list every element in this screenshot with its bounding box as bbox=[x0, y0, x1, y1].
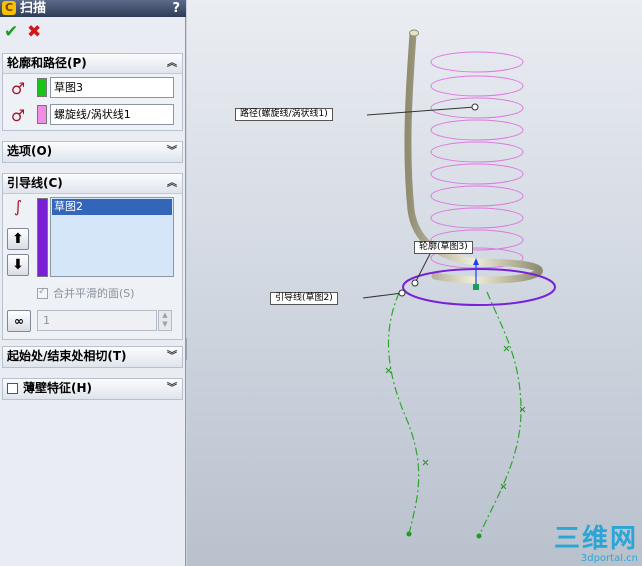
guide-color-swatch bbox=[37, 198, 48, 277]
spline-point-icon bbox=[500, 483, 507, 490]
guide-curves-list[interactable]: 草图2 bbox=[50, 197, 174, 277]
origin-marker bbox=[473, 284, 479, 290]
options-group-header[interactable]: 选项(O) ︾ bbox=[3, 142, 182, 162]
guide-point bbox=[406, 531, 412, 537]
path-color-swatch bbox=[37, 105, 47, 124]
guide-curve-left bbox=[387, 292, 420, 535]
guide-point bbox=[476, 533, 482, 539]
panel-title: 扫描 bbox=[20, 1, 47, 16]
arrow-down-icon: ⬇ bbox=[12, 257, 24, 273]
helix-coil bbox=[430, 207, 524, 229]
move-up-button[interactable]: ⬆ bbox=[7, 228, 29, 250]
thin-feature-header-label: 薄壁特征(H) bbox=[23, 381, 93, 395]
sweep-feature-icon: C bbox=[2, 1, 16, 15]
merge-smooth-faces-label: 合并平滑的面(S) bbox=[53, 287, 135, 300]
guide-curve-selector-icon: ∫ bbox=[13, 197, 23, 216]
thin-feature-checkbox[interactable] bbox=[7, 383, 18, 394]
tangency-header-label: 起始处/结束处相切(T) bbox=[7, 349, 127, 363]
section-number-spinner[interactable]: 1 bbox=[37, 310, 157, 331]
glasses-icon: ∞ bbox=[14, 314, 24, 328]
guide-callout[interactable]: 引导线(草图2) bbox=[270, 292, 338, 305]
move-down-button[interactable]: ⬇ bbox=[7, 254, 29, 276]
thin-feature-group: 薄壁特征(H) ︾ bbox=[2, 378, 183, 400]
sweep-end-cap bbox=[409, 29, 419, 37]
profile-path-group: 轮廓和路径(P) ︽ ♂ 草图3 ♂ 螺旋线/涡状线1 bbox=[2, 53, 183, 131]
profile-field[interactable]: 草图3 bbox=[50, 77, 174, 98]
guide-curves-group-header[interactable]: 引导线(C) ︽ bbox=[3, 174, 182, 194]
cancel-x-icon[interactable]: ✖ bbox=[27, 23, 41, 41]
helix-coil bbox=[430, 75, 524, 97]
profile-path-group-header[interactable]: 轮廓和路径(P) ︽ bbox=[3, 54, 182, 74]
guide-curves-header-label: 引导线(C) bbox=[7, 176, 63, 190]
path-selector-icon: ♂ bbox=[10, 106, 26, 125]
property-manager-panel: C 扫描 ? ✔ ✖ 轮廓和路径(P) ︽ ♂ 草图3 ♂ 螺旋线/涡状线1 选… bbox=[0, 0, 186, 566]
watermark-sub-text: 3dportal.cn bbox=[580, 553, 638, 564]
options-header-label: 选项(O) bbox=[7, 144, 53, 158]
spline-handles bbox=[385, 345, 526, 490]
helix-coil bbox=[430, 119, 524, 141]
callout-anchor bbox=[398, 289, 406, 297]
watermark-main-text: 三维网 bbox=[553, 524, 638, 554]
graphics-viewport[interactable]: 路径(螺旋线/涡状线1) 轮廓(草图3) 引导线(草图2) 三维网 3dport… bbox=[187, 0, 642, 566]
options-group: 选项(O) ︾ bbox=[2, 141, 183, 163]
ok-check-icon[interactable]: ✔ bbox=[4, 23, 18, 41]
callout-anchor bbox=[471, 103, 479, 111]
tangency-group: 起始处/结束处相切(T) ︾ bbox=[2, 346, 183, 368]
spinner-arrows[interactable]: ▲ ▼ bbox=[158, 310, 172, 331]
spline-point-icon bbox=[503, 345, 510, 352]
collapse-chevron-icon[interactable]: ︽ bbox=[167, 174, 177, 193]
spline-point-icon bbox=[385, 367, 392, 374]
help-button[interactable]: ? bbox=[172, 0, 180, 17]
profile-path-header-label: 轮廓和路径(P) bbox=[7, 56, 87, 70]
list-item[interactable]: 草图2 bbox=[52, 199, 172, 215]
panel-title-bar: C 扫描 ? bbox=[0, 0, 186, 17]
guide-callout-leader bbox=[362, 292, 403, 299]
path-field[interactable]: 螺旋线/涡状线1 bbox=[50, 104, 174, 125]
profile-callout-leader bbox=[414, 251, 432, 284]
guide-curves-group: 引导线(C) ︽ ∫ 草图2 ⬆ ⬇ 合并平滑的面(S) ∞ 1 ▲▼ bbox=[2, 173, 183, 340]
model-graphics bbox=[362, 29, 556, 539]
collapse-chevron-icon[interactable]: ︽ bbox=[167, 54, 177, 73]
helix-coil bbox=[430, 141, 524, 163]
guide-curve-points bbox=[406, 531, 482, 539]
helix-coil bbox=[430, 163, 524, 185]
merge-smooth-faces-checkbox[interactable] bbox=[37, 286, 48, 299]
profile-callout[interactable]: 轮廓(草图3) bbox=[414, 241, 473, 254]
path-callout-leader bbox=[366, 106, 476, 116]
tangency-group-header[interactable]: 起始处/结束处相切(T) ︾ bbox=[3, 347, 182, 367]
watermark-logo: 三维网 3dportal.cn bbox=[554, 525, 638, 564]
spline-point-icon bbox=[422, 459, 429, 466]
expand-chevron-icon[interactable]: ︾ bbox=[167, 347, 177, 366]
helix-coil bbox=[430, 51, 524, 73]
thin-feature-group-header[interactable]: 薄壁特征(H) ︾ bbox=[3, 379, 182, 399]
profile-color-swatch bbox=[37, 78, 47, 97]
path-callout[interactable]: 路径(螺旋线/涡状线1) bbox=[235, 108, 333, 121]
guide-curve-right bbox=[478, 291, 522, 537]
profile-selector-icon: ♂ bbox=[10, 79, 26, 98]
helix-coil bbox=[430, 185, 524, 207]
expand-chevron-icon[interactable]: ︾ bbox=[167, 379, 177, 398]
callout-anchor bbox=[411, 279, 419, 287]
helix-path bbox=[430, 51, 524, 269]
show-sections-button[interactable]: ∞ bbox=[7, 310, 31, 332]
arrow-up-icon: ⬆ bbox=[12, 231, 24, 247]
expand-chevron-icon[interactable]: ︾ bbox=[167, 142, 177, 161]
